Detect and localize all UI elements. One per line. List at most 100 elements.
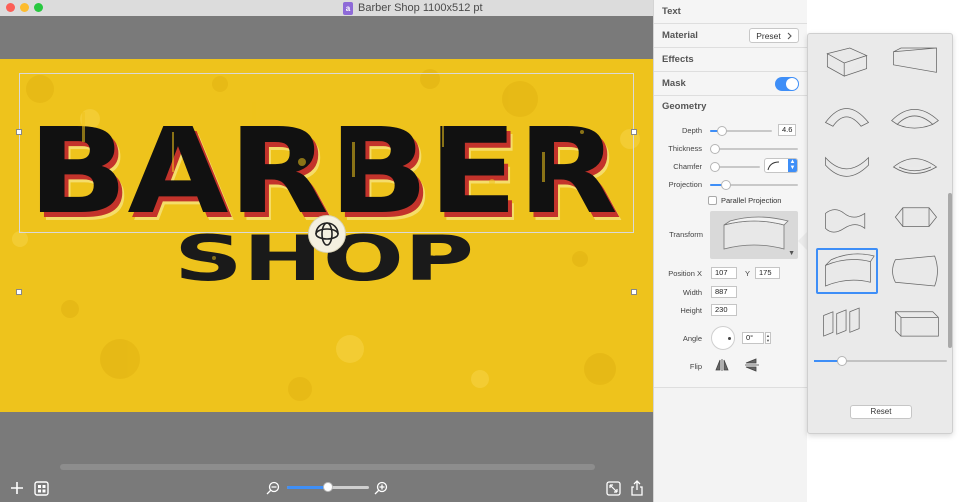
resize-handle-bottom-left[interactable] [16,289,22,295]
transform-shape-wedge-right[interactable] [884,40,946,86]
transform-shape-grid [816,40,948,352]
preset-label: Preset [756,30,781,41]
transform-shape-bend-left[interactable] [816,40,878,86]
reset-button[interactable]: Reset [850,405,912,419]
chevron-right-icon [787,32,792,39]
transform-shape-wave-ring[interactable] [884,144,946,190]
transform-shape-panels[interactable] [816,300,878,346]
fit-icon [605,480,621,496]
wave-ring-shape-icon [892,158,938,174]
transform-shape-wave-down[interactable] [816,144,878,190]
resize-handle-top-right[interactable] [631,129,637,135]
zoom-out-icon [266,481,280,495]
zoom-window-button[interactable] [34,3,43,12]
transform-shape-curve-panel[interactable] [816,248,878,294]
angle-stepper[interactable]: ▲ ▼ [765,332,771,344]
height-field[interactable]: 230 [711,304,737,316]
horizontal-scrollbar[interactable] [60,464,595,470]
share-button[interactable] [628,479,646,497]
flip-horizontal-icon[interactable] [715,358,731,372]
add-button[interactable] [8,479,26,497]
transform-shape-arch-ring[interactable] [884,92,946,138]
mask-toggle[interactable] [775,77,799,91]
section-material[interactable]: Material Preset [654,24,807,48]
section-mask-label: Mask [662,78,686,89]
zoom-in-button[interactable] [372,479,390,497]
preset-button[interactable]: Preset [749,28,799,43]
projection-label: Projection [668,180,702,189]
parallel-projection-checkbox[interactable] [708,196,717,205]
transform-shape-bulge[interactable] [884,248,946,294]
position-x-label: Position X [668,269,702,278]
parallel-projection-label: Parallel Projection [721,196,782,205]
arch-up-shape-icon [824,108,870,127]
transform-shape-box[interactable] [884,300,946,346]
plus-icon [11,482,23,494]
flip-label: Flip [689,362,702,371]
section-mask[interactable]: Mask [654,72,807,96]
projection-slider[interactable] [710,180,798,190]
transform-popover [807,33,953,434]
curve-panel-shape-icon [825,253,875,287]
bottom-toolbar [0,475,653,502]
section-effects-label: Effects [662,54,694,65]
chamfer-profile-picker[interactable]: ▲ ▼ [764,158,798,173]
orbit-icon [315,222,339,246]
dropdown-triangle-icon: ▼ [788,250,795,257]
transform-label: Transform [669,230,703,239]
window-title: Barber Shop 1100x512 pt [358,2,483,14]
transform-preview[interactable]: ▼ [710,211,798,259]
bulge-shape-icon [892,255,938,287]
flip-vertical-icon[interactable] [744,358,760,372]
transform-shape-arch-up[interactable] [816,92,878,138]
rotate-3d-control[interactable] [308,215,346,253]
selection-frame [19,73,634,233]
chamfer-label: Chamfer [673,162,702,171]
transform-shape-capsule[interactable] [884,196,946,242]
depth-label: Depth [681,126,702,135]
wave-down-shape-icon [825,156,869,177]
chamfer-curve-icon [767,161,780,171]
angle-dial[interactable] [711,326,735,350]
position-x-field[interactable]: 107 [711,267,737,279]
section-text[interactable]: Text [654,0,807,24]
capsule-shape-icon [894,207,937,227]
minimize-window-button[interactable] [20,3,29,12]
wedge-right-shape-icon [893,47,937,73]
chamfer-slider[interactable] [710,162,760,172]
editor-window: a Barber Shop 1100x512 pt BARBER BARBER … [0,0,653,502]
zoom-in-icon [374,481,388,495]
bend-left-shape-icon [826,47,868,77]
panels-shape-icon [823,307,860,337]
zoom-out-button[interactable] [264,479,282,497]
layout-icon [33,480,49,496]
fit-to-window-button[interactable] [604,479,622,497]
document-icon: a [343,1,353,15]
depth-slider[interactable] [710,126,772,136]
transform-amount-slider[interactable] [814,356,947,366]
position-y-field[interactable]: 175 [755,267,780,279]
angle-label: Angle [682,334,702,343]
thickness-slider[interactable] [710,144,798,154]
arch-ring-shape-icon [891,109,939,129]
layout-button[interactable] [32,479,50,497]
popover-scrollbar[interactable] [948,193,952,348]
stepper-icon: ▲ ▼ [788,159,797,172]
curve-panel-shape-icon [723,216,789,250]
close-window-button[interactable] [6,3,15,12]
width-label: Width [682,288,702,297]
section-geometry-label: Geometry [662,101,707,112]
position-y-label: Y [745,269,751,278]
width-field[interactable]: 887 [711,286,737,298]
angle-field[interactable]: 0° [742,332,764,344]
title-bar: a Barber Shop 1100x512 pt [0,0,653,16]
section-text-label: Text [662,6,681,17]
transform-shape-ripple[interactable] [816,196,878,242]
popover-arrow [798,232,807,250]
resize-handle-top-left[interactable] [16,129,22,135]
resize-handle-bottom-right[interactable] [631,289,637,295]
section-effects[interactable]: Effects [654,48,807,72]
ripple-shape-icon [825,209,866,233]
share-icon [631,480,643,496]
depth-field[interactable]: 4.6 [778,124,796,136]
